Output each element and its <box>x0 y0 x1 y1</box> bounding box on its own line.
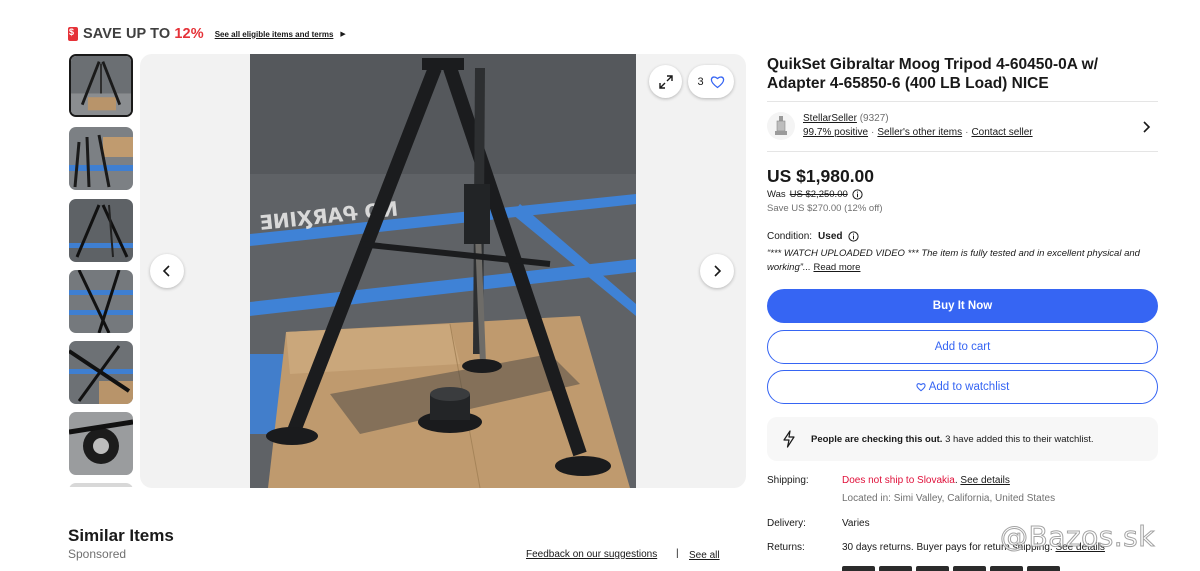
watch-count-button[interactable]: 3 <box>688 65 734 98</box>
seller-name-line: StellarSeller (9327) <box>803 113 889 124</box>
condition-description: “*** WATCH UPLOADED VIDEO *** The item i… <box>767 248 1140 273</box>
heart-icon <box>710 75 724 88</box>
chevron-right-icon <box>714 265 722 277</box>
shipping-details-link[interactable]: See details <box>960 475 1009 486</box>
seller-avatar[interactable] <box>767 112 795 140</box>
condition-label: Condition: <box>767 231 813 242</box>
thumbnail-5[interactable] <box>69 341 133 404</box>
payment-icon <box>1027 566 1060 571</box>
chevron-right-icon <box>1143 121 1151 133</box>
seller-other-items-link[interactable]: Seller's other items <box>877 127 962 138</box>
thumbnail-4[interactable] <box>69 270 133 333</box>
condition-value: Used <box>818 231 843 242</box>
expand-icon <box>658 74 673 89</box>
seller-details-button[interactable] <box>1140 120 1152 139</box>
add-to-watchlist-button[interactable]: Add to watchlist <box>767 370 1158 404</box>
next-image-button[interactable] <box>700 254 734 288</box>
returns-label: Returns: <box>767 542 805 553</box>
thumbnail-1[interactable] <box>69 54 133 117</box>
contact-seller-link[interactable]: Contact seller <box>971 127 1032 138</box>
link-separator: | <box>676 548 679 559</box>
read-more-link[interactable]: Read more <box>813 262 860 273</box>
shipping-label: Shipping: <box>767 475 809 486</box>
heart-icon <box>916 383 926 392</box>
feedback-suggestions-link[interactable]: Feedback on our suggestions <box>526 549 657 560</box>
triangle-right-icon: ▶ <box>340 31 346 38</box>
previous-image-button[interactable] <box>150 254 184 288</box>
promo-banner: SAVE UP TO 12% See all eligible items an… <box>68 26 346 42</box>
add-to-watchlist-label: Add to watchlist <box>928 381 1010 393</box>
thumbnail-6[interactable] <box>69 412 133 475</box>
info-icon[interactable] <box>848 231 860 242</box>
lightning-icon <box>783 430 795 448</box>
payment-icon <box>842 566 875 571</box>
item-location: Located in: Simi Valley, California, Uni… <box>842 493 1056 504</box>
item-title: QuikSet Gibraltar Moog Tripod 4-60450-0A… <box>767 56 1099 92</box>
was-price-line: Was US $2,250.00 <box>767 189 863 200</box>
promo-terms-link[interactable]: See all eligible items and terms <box>215 30 334 39</box>
item-price: US $1,980.00 <box>767 166 875 186</box>
thumbnail-7[interactable] <box>69 483 133 487</box>
payment-icon <box>879 566 912 571</box>
seller-positive-link[interactable]: 99.7% positive <box>803 127 868 138</box>
watchers-notice: People are checking this out. 3 have add… <box>767 417 1158 461</box>
promo-headline: SAVE UP TO 12% <box>83 26 204 42</box>
was-label: Was <box>767 189 786 200</box>
shipping-value: Does not ship to Slovakia. See details <box>842 475 1010 486</box>
payment-icon <box>916 566 949 571</box>
payment-icon <box>953 566 986 571</box>
seller-links: 99.7% positive · Seller's other items · Cont… <box>803 127 1033 138</box>
sponsored-label: Sponsored <box>68 547 127 561</box>
seller-feedback-count: (9327) <box>859 113 889 124</box>
seller-name-link[interactable]: StellarSeller <box>803 113 857 124</box>
delivery-value: Varies <box>842 518 870 529</box>
thumbnail-2[interactable] <box>69 127 133 190</box>
was-price: US $2,250.00 <box>789 189 848 200</box>
payment-icons <box>842 566 1060 571</box>
shopping-bag-icon <box>68 27 78 41</box>
chevron-left-icon <box>162 265 170 277</box>
divider <box>767 101 1158 102</box>
similar-items-heading: Similar Items <box>68 526 174 545</box>
delivery-label: Delivery: <box>767 518 806 529</box>
seller-logo-icon <box>775 116 787 135</box>
payment-icon <box>990 566 1023 571</box>
info-icon[interactable] <box>852 189 863 200</box>
watermark: @Bazos.sk <box>1000 520 1156 554</box>
divider <box>767 151 1158 152</box>
thumbnail-strip <box>68 54 136 487</box>
expand-image-button[interactable] <box>649 65 682 98</box>
buy-it-now-button[interactable]: Buy It Now <box>767 289 1158 323</box>
see-all-link[interactable]: See all <box>689 550 720 561</box>
savings-text: Save US $270.00 (12% off) <box>767 203 883 214</box>
main-image-viewer: ƎИIӼЯAԳ OИ 3 <box>140 54 746 488</box>
condition-line: Condition: Used <box>767 231 860 242</box>
main-product-image[interactable]: ƎИIӼЯAԳ OИ <box>250 54 636 488</box>
watchers-notice-text: People are checking this out. 3 have add… <box>811 433 1094 445</box>
add-to-cart-button[interactable]: Add to cart <box>767 330 1158 364</box>
thumbnail-3[interactable] <box>69 199 133 262</box>
watch-count: 3 <box>697 75 704 88</box>
